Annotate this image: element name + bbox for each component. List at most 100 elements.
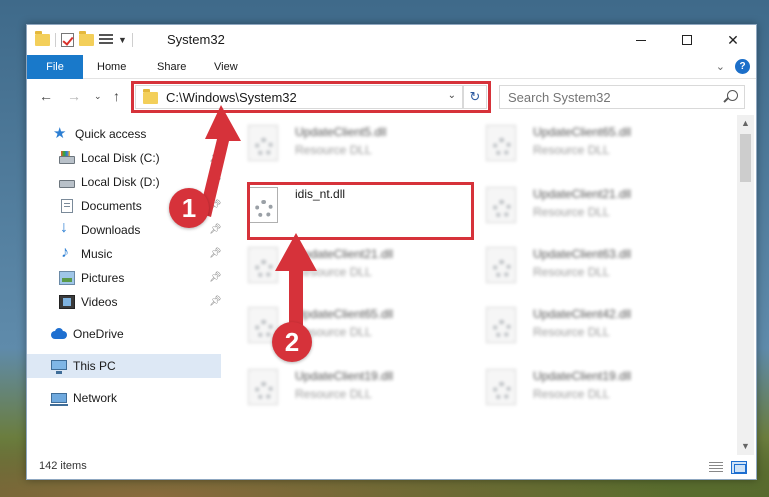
item-count: 142 items (39, 460, 87, 472)
search-input[interactable] (500, 86, 710, 108)
list-item[interactable]: UpdateClient65.dll Resource DLL (221, 303, 441, 349)
sidebar-item-this-pc[interactable]: This PC (27, 354, 221, 378)
tab-view[interactable]: View (204, 55, 248, 79)
customize-icon[interactable] (99, 34, 113, 46)
scroll-thumb[interactable] (740, 134, 751, 182)
large-icons-view-icon[interactable] (731, 461, 747, 474)
gear-icon (493, 382, 511, 400)
file-highlight-box (247, 182, 474, 240)
drive-icon (59, 180, 75, 188)
sidebar-item-network[interactable]: Network (27, 386, 221, 410)
file-type: Resource DLL (533, 265, 610, 279)
network-icon (50, 393, 68, 406)
file-name: UpdateClient19.dll (533, 369, 632, 383)
scroll-down-icon[interactable]: ▼ (737, 438, 754, 455)
step-2-badge: 2 (272, 322, 312, 362)
sidebar-item-label: Local Disk (D:) (81, 175, 160, 189)
ribbon: File Home Share View ⌄ ? (27, 55, 756, 79)
file-name: UpdateClient63.dll (533, 247, 632, 261)
properties-check-icon[interactable] (61, 33, 74, 47)
sidebar-item-label: OneDrive (73, 327, 124, 341)
sidebar-item-onedrive[interactable]: OneDrive (27, 322, 221, 346)
dll-file-icon (486, 307, 516, 343)
music-icon (59, 244, 75, 262)
help-icon[interactable]: ? (735, 59, 750, 74)
toolbar-separator (131, 33, 133, 47)
file-type: Resource DLL (533, 387, 610, 401)
search-icon[interactable] (727, 90, 738, 101)
list-item[interactable]: UpdateClient21.dll Resource DLL (221, 243, 441, 289)
sidebar-item-pictures[interactable]: Pictures 📌︎ (27, 266, 222, 290)
forward-arrow-icon[interactable]: → (67, 88, 81, 104)
star-icon (53, 124, 69, 142)
sidebar-item-label: This PC (73, 359, 116, 373)
tab-file[interactable]: File (27, 55, 83, 79)
sidebar-item-label: Network (73, 391, 118, 405)
back-arrow-icon[interactable]: ← (39, 88, 53, 104)
sidebar-item-label: Local Disk (C:) (81, 151, 160, 165)
folder-icon[interactable] (35, 31, 50, 46)
quick-access-toolbar: ▼ (35, 31, 133, 48)
step-1-badge: 1 (169, 188, 209, 228)
dll-file-icon (486, 369, 516, 405)
sidebar-item-label: Videos (81, 295, 118, 309)
tab-home[interactable]: Home (87, 55, 136, 79)
sidebar-item-videos[interactable]: Videos 📌︎ (27, 290, 222, 314)
close-icon: ✕ (727, 31, 739, 48)
window-controls: ✕ (618, 25, 756, 55)
expand-ribbon-icon[interactable]: ⌄ (716, 60, 725, 73)
file-name: UpdateClient21.dll (533, 187, 632, 201)
title-bar: ▼ System32 ✕ (27, 25, 756, 55)
sidebar-item-label: Pictures (81, 271, 125, 285)
search-box[interactable] (499, 85, 745, 109)
close-button[interactable]: ✕ (710, 25, 756, 55)
scroll-up-icon[interactable]: ▲ (737, 115, 754, 132)
list-item[interactable]: UpdateClient19.dll Resource DLL (459, 365, 679, 411)
file-type: Resource DLL (533, 205, 610, 219)
downloads-icon (59, 219, 75, 237)
file-name: UpdateClient42.dll (533, 307, 632, 321)
dll-file-icon (486, 187, 516, 223)
dll-file-icon (486, 125, 516, 161)
details-view-icon[interactable] (709, 462, 723, 473)
gear-icon (493, 138, 511, 156)
minimize-button[interactable] (618, 25, 664, 55)
file-type: Resource DLL (295, 387, 372, 401)
file-type: Resource DLL (295, 143, 372, 157)
address-row: ← → ⌄ ↑ C:\Windows\System32 ⌄ ↻ (27, 80, 756, 114)
sidebar-item-label: Quick access (75, 127, 147, 141)
recent-locations-icon[interactable]: ⌄ (94, 91, 102, 102)
list-item[interactable]: UpdateClient42.dll Resource DLL (459, 303, 679, 349)
file-type: Resource DLL (533, 325, 610, 339)
list-item[interactable]: UpdateClient19.dll Resource DLL (221, 365, 441, 411)
file-name: UpdateClient19.dll (295, 369, 394, 383)
qat-dropdown-icon[interactable]: ▼ (118, 35, 127, 45)
tab-share[interactable]: Share (147, 55, 196, 79)
list-item[interactable]: UpdateClient63.dll Resource DLL (459, 243, 679, 289)
dll-file-icon (486, 247, 516, 283)
sidebar-item-music[interactable]: Music 📌︎ (27, 242, 222, 266)
pin-icon: 📌︎ (209, 272, 222, 283)
file-type: Resource DLL (533, 143, 610, 157)
pin-icon: 📌︎ (209, 224, 222, 235)
vertical-scrollbar[interactable]: ▲ ▼ (737, 115, 754, 455)
gear-icon (493, 320, 511, 338)
file-explorer-window: ▼ System32 ✕ File Home Share View ⌄ ? ← … (26, 24, 757, 480)
sidebar-item-label: Downloads (81, 223, 141, 237)
sidebar-item-label: Documents (81, 199, 142, 213)
videos-icon (59, 295, 75, 309)
up-arrow-icon[interactable]: ↑ (113, 88, 120, 104)
gear-icon (255, 138, 273, 156)
minimize-icon (636, 39, 646, 41)
window-title: System32 (167, 32, 225, 47)
maximize-button[interactable] (664, 25, 710, 55)
new-folder-icon[interactable] (79, 31, 94, 46)
pc-icon (51, 360, 67, 374)
list-item[interactable]: UpdateClient21.dll Resource DLL (459, 183, 679, 229)
list-item[interactable]: UpdateClient65.dll Resource DLL (459, 121, 679, 167)
onedrive-icon (51, 327, 67, 341)
gear-icon (493, 200, 511, 218)
documents-icon (61, 199, 73, 213)
pictures-icon (59, 271, 75, 285)
toolbar-separator (55, 33, 56, 47)
